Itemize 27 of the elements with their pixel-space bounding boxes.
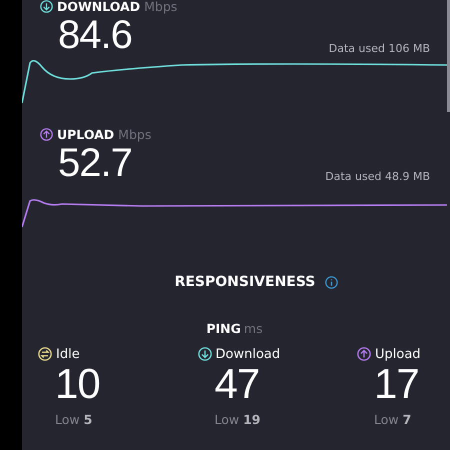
- info-icon[interactable]: [325, 276, 338, 288]
- data-used-text: Data used 48.9 MB: [325, 170, 430, 183]
- ping-label: Upload: [375, 346, 421, 362]
- section-title: RESPONSIVENESS: [174, 274, 316, 290]
- ping-value: 17: [374, 362, 419, 406]
- section-label: UPLOAD: [57, 126, 114, 142]
- ping-value: 10: [55, 362, 100, 406]
- data-used-text: Data used 106 MB: [328, 42, 430, 55]
- scrollbar-thumb[interactable]: [447, 0, 450, 112]
- speed-value: 84.6: [58, 15, 132, 55]
- low-value: Low 7: [374, 412, 412, 427]
- ping-label: Idle: [56, 346, 80, 362]
- swap-arrows-icon: [38, 347, 52, 361]
- arrow-up-icon: [357, 347, 371, 361]
- section-label: PING: [206, 321, 241, 336]
- ping-label: Download: [216, 346, 280, 362]
- section-label: DOWNLOAD: [57, 0, 140, 14]
- low-value: Low 5: [55, 412, 92, 427]
- arrow-up-icon: [40, 128, 53, 140]
- speed-value: 52.7: [58, 143, 132, 183]
- low-value: Low 19: [214, 412, 260, 427]
- unit-label: Mbps: [118, 126, 152, 142]
- arrow-down-icon: [198, 347, 212, 361]
- unit-label: ms: [244, 321, 263, 336]
- arrow-down-icon: [40, 0, 53, 12]
- unit-label: Mbps: [144, 0, 178, 14]
- ping-value: 47: [214, 362, 260, 406]
